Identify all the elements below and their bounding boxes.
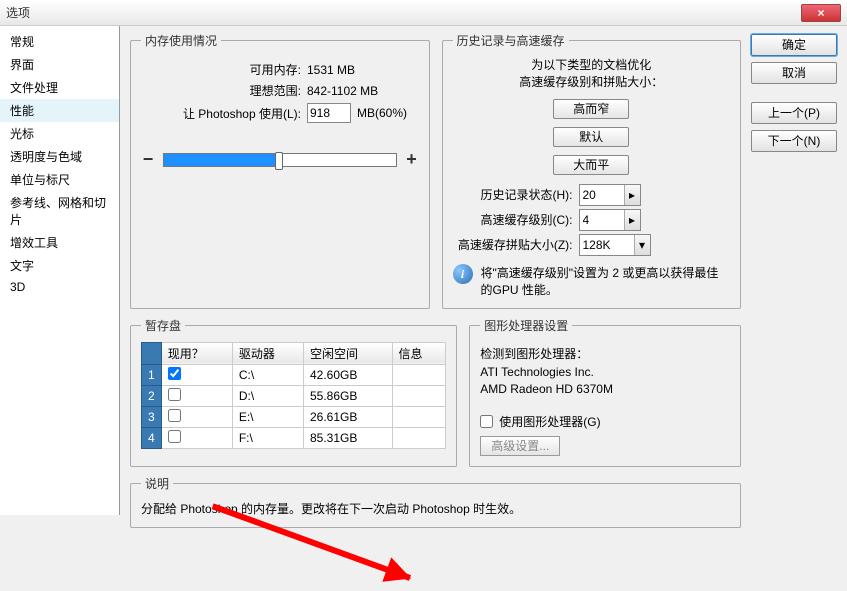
slider-thumb[interactable]: [275, 152, 283, 170]
cache-legend: 历史记录与高速缓存: [453, 32, 569, 49]
sidebar-item-transparency[interactable]: 透明度与色域: [0, 145, 119, 168]
sidebar: 常规 界面 文件处理 性能 光标 透明度与色域 单位与标尺 参考线、网格和切片 …: [0, 26, 120, 515]
cache-group: 历史记录与高速缓存 为以下类型的文档优化 高速缓存级别和拼贴大小： 高而窄 默认…: [442, 32, 742, 309]
table-row[interactable]: 2D:\55.86GB: [142, 385, 446, 406]
close-button[interactable]: ×: [801, 4, 841, 22]
memory-unit: MB(60%): [357, 106, 407, 120]
sidebar-item-plugins[interactable]: 增效工具: [0, 231, 119, 254]
gpu-model: AMD Radeon HD 6370M: [480, 382, 730, 396]
sidebar-item-guides[interactable]: 参考线、网格和切片: [0, 191, 119, 231]
chevron-right-icon[interactable]: ▸: [624, 185, 640, 205]
col-index: [142, 342, 162, 364]
active-checkbox[interactable]: [168, 367, 181, 380]
tall-narrow-button[interactable]: 高而窄: [553, 99, 629, 119]
table-row[interactable]: 1C:\42.60GB: [142, 364, 446, 385]
sidebar-item-type[interactable]: 文字: [0, 254, 119, 277]
default-button[interactable]: 默认: [553, 127, 629, 147]
memory-input[interactable]: [307, 103, 351, 123]
gpu-group: 图形处理器设置 检测到图形处理器： ATI Technologies Inc. …: [469, 317, 741, 467]
table-row[interactable]: 3E:\26.61GB: [142, 406, 446, 427]
ideal-label: 理想范围:: [141, 82, 301, 99]
history-label: 历史记录状态(H):: [453, 186, 573, 203]
levels-label: 高速缓存级别(C):: [453, 211, 573, 228]
sidebar-item-performance[interactable]: 性能: [0, 99, 119, 122]
col-free[interactable]: 空闲空间: [303, 342, 392, 364]
description-legend: 说明: [141, 475, 173, 492]
ideal-value: 842-1102 MB: [307, 84, 378, 98]
avail-label: 可用内存:: [141, 61, 301, 78]
scratch-legend: 暂存盘: [141, 317, 185, 334]
active-checkbox[interactable]: [168, 430, 181, 443]
avail-value: 1531 MB: [307, 63, 355, 77]
gpu-legend: 图形处理器设置: [480, 317, 572, 334]
slider-fill: [164, 154, 275, 166]
levels-spinner[interactable]: ▸: [579, 209, 641, 231]
slider-decrease-button[interactable]: −: [141, 149, 155, 170]
gpu-vendor: ATI Technologies Inc.: [480, 365, 730, 379]
content-pane: 内存使用情况 可用内存: 1531 MB 理想范围: 842-1102 MB 让 P…: [120, 26, 751, 515]
window-title: 选项: [6, 4, 30, 21]
sidebar-item-general[interactable]: 常规: [0, 30, 119, 53]
close-icon: ×: [817, 6, 824, 20]
scratch-table: 现用？ 驱动器 空闲空间 信息 1C:\42.60GB 2D:\55.86GB …: [141, 342, 446, 449]
ok-button[interactable]: 确定: [751, 34, 837, 56]
col-active[interactable]: 现用？: [161, 342, 232, 364]
tile-input[interactable]: [580, 235, 634, 255]
info-icon: i: [453, 264, 473, 284]
chevron-right-icon[interactable]: ▸: [624, 210, 640, 230]
sidebar-item-filehandling[interactable]: 文件处理: [0, 76, 119, 99]
description-text: 分配给 Photoshop 的内存量。更改将在下一次启动 Photoshop 时…: [141, 500, 730, 517]
cache-optimize-text: 为以下类型的文档优化 高速缓存级别和拼贴大小：: [519, 57, 663, 91]
sidebar-item-cursors[interactable]: 光标: [0, 122, 119, 145]
sidebar-item-interface[interactable]: 界面: [0, 53, 119, 76]
active-checkbox[interactable]: [168, 388, 181, 401]
levels-input[interactable]: [580, 210, 624, 230]
button-column: 确定 取消 上一个(P) 下一个(N): [751, 26, 847, 515]
table-row[interactable]: 4F:\85.31GB: [142, 427, 446, 448]
sidebar-item-units[interactable]: 单位与标尺: [0, 168, 119, 191]
active-checkbox[interactable]: [168, 409, 181, 422]
memory-group: 内存使用情况 可用内存: 1531 MB 理想范围: 842-1102 MB 让 P…: [130, 32, 430, 309]
slider-increase-button[interactable]: +: [405, 149, 419, 170]
history-input[interactable]: [580, 185, 624, 205]
tile-select[interactable]: ▾: [579, 234, 651, 256]
titlebar: 选项 ×: [0, 0, 847, 26]
sidebar-item-3d[interactable]: 3D: [0, 277, 119, 297]
let-label: 让 Photoshop 使用(L):: [141, 105, 301, 122]
cancel-button[interactable]: 取消: [751, 62, 837, 84]
use-gpu-row[interactable]: 使用图形处理器(G): [480, 413, 730, 430]
advanced-settings-button: 高级设置...: [480, 436, 560, 456]
col-drive[interactable]: 驱动器: [232, 342, 303, 364]
cache-info-text: 将"高速缓存级别"设置为 2 或更高以获得最佳的GPU 性能。: [481, 264, 731, 298]
gpu-detected-label: 检测到图形处理器：: [480, 345, 730, 362]
scratch-group: 暂存盘 现用？ 驱动器 空闲空间 信息 1C:\42.60GB 2D:\55.8…: [130, 317, 457, 467]
col-info[interactable]: 信息: [392, 342, 446, 364]
description-group: 说明 分配给 Photoshop 的内存量。更改将在下一次启动 Photosho…: [130, 475, 741, 528]
main-area: 常规 界面 文件处理 性能 光标 透明度与色域 单位与标尺 参考线、网格和切片 …: [0, 26, 847, 515]
memory-legend: 内存使用情况: [141, 32, 221, 49]
use-gpu-label: 使用图形处理器(G): [499, 413, 600, 430]
use-gpu-checkbox[interactable]: [480, 415, 493, 428]
chevron-down-icon[interactable]: ▾: [634, 235, 650, 255]
tile-label: 高速缓存拼贴大小(Z):: [453, 236, 573, 253]
history-spinner[interactable]: ▸: [579, 184, 641, 206]
big-flat-button[interactable]: 大而平: [553, 155, 629, 175]
memory-slider[interactable]: [163, 153, 397, 167]
prev-button[interactable]: 上一个(P): [751, 102, 837, 124]
next-button[interactable]: 下一个(N): [751, 130, 837, 152]
